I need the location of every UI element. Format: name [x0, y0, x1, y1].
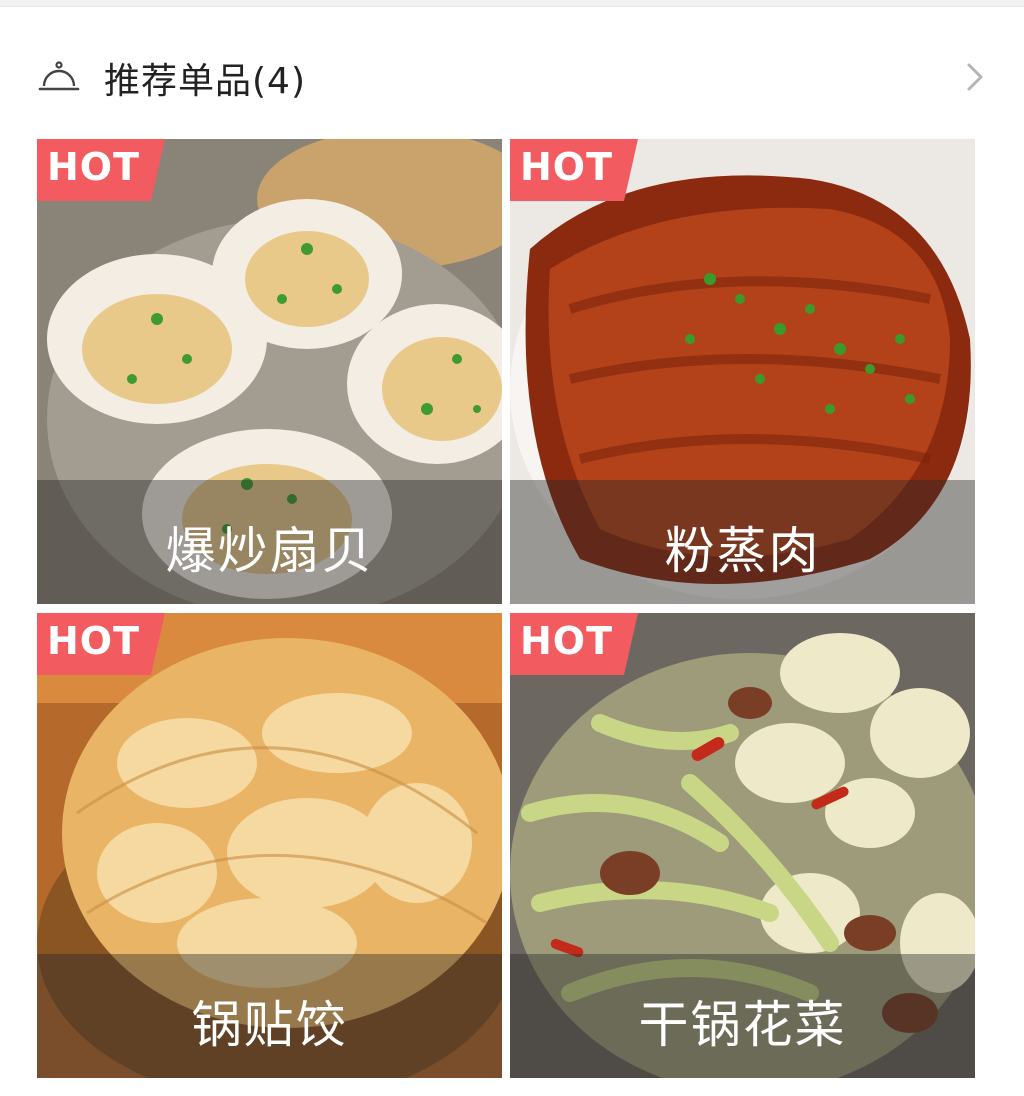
item-caption: 锅贴饺: [37, 954, 502, 1078]
item-name: 干锅花菜: [638, 996, 847, 1054]
hot-badge: HOT: [37, 613, 165, 675]
item-name: 锅贴饺: [191, 996, 348, 1054]
item-card-scallops[interactable]: HOT 爆炒扇贝: [37, 139, 502, 604]
item-card-potstickers[interactable]: HOT 锅贴饺: [37, 613, 502, 1078]
hot-badge-label: HOT: [47, 619, 141, 663]
item-name: 粉蒸肉: [664, 522, 821, 580]
hot-badge-label: HOT: [520, 145, 614, 189]
hot-badge: HOT: [510, 613, 638, 675]
section-title: 推荐单品(4): [104, 61, 306, 102]
hot-badge: HOT: [510, 139, 638, 201]
item-caption: 干锅花菜: [510, 954, 975, 1078]
item-card-steamed-pork[interactable]: HOT 粉蒸肉: [510, 139, 975, 604]
dish-cover-icon: [38, 61, 80, 91]
hot-badge-label: HOT: [47, 145, 141, 189]
section-header[interactable]: 推荐单品(4): [0, 30, 1024, 126]
chevron-right-icon[interactable]: [962, 60, 988, 94]
item-card-griddle-cauliflower[interactable]: HOT 干锅花菜: [510, 613, 975, 1078]
hot-badge: HOT: [37, 139, 165, 201]
item-caption: 粉蒸肉: [510, 480, 975, 604]
top-divider: [0, 0, 1024, 7]
hot-badge-label: HOT: [520, 619, 614, 663]
recommended-items-grid: HOT 爆炒扇贝 HOT 粉蒸肉 HOT 锅贴饺 HOT 干锅花菜: [37, 139, 975, 1079]
item-name: 爆炒扇贝: [165, 522, 374, 580]
item-caption: 爆炒扇贝: [37, 480, 502, 604]
